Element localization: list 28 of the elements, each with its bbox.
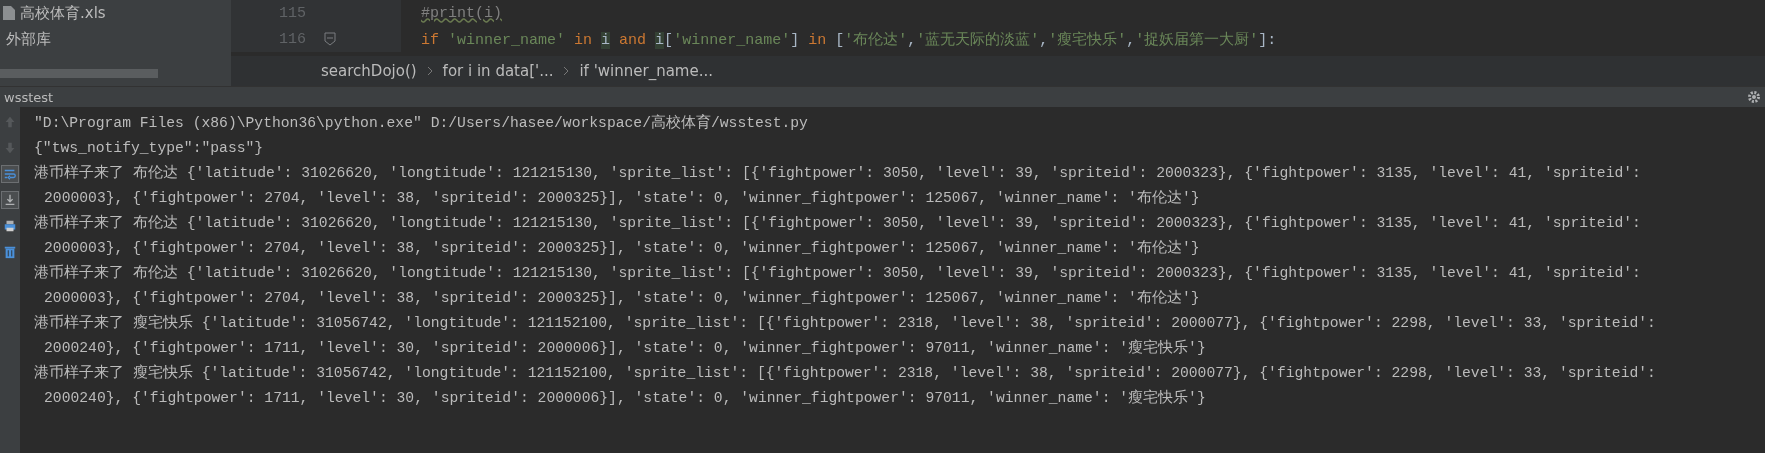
- breadcrumb[interactable]: searchDojo(): [321, 62, 417, 80]
- panel-title: wsstest: [4, 89, 54, 105]
- file-icon: [2, 5, 16, 21]
- output-line: 港币样子来了 瘦宅快乐 {'latitude': 31056742, 'longtitude': 121152100, 'sprite_list': [{'fightpower': 2318, 'level': 38, 'spriteid': 2000077}, {'fightpower': 2298, 'level': 33, 'spriteid':: [34, 315, 1656, 331]
- output-line: 港币样子来了 布伦达 {'latitude': 31026620, 'longtitude': 121215130, 'sprite_list': [{'fightpower': 3050, 'level': 39, 'spriteid': 2000323}, {'fightpower': 3135, 'level': 41, 'spriteid':: [34, 215, 1641, 231]
- soft-wrap-icon[interactable]: [1, 165, 19, 183]
- tree-item[interactable]: 外部库: [0, 26, 231, 52]
- tree-item[interactable]: 高校体育.xls: [0, 0, 231, 26]
- output-line: 港币样子来了 布伦达 {'latitude': 31026620, 'longtitude': 121215130, 'sprite_list': [{'fightpower': 3050, 'level': 39, 'spriteid': 2000323}, {'fightpower': 3135, 'level': 41, 'spriteid':: [34, 265, 1641, 281]
- output-line: 2000003}, {'fightpower': 2704, 'level': 38, 'spriteid': 2000325}], 'state': 0, 'winner_fightpower': 125067, 'winner_name': '布伦达'}: [44, 240, 1200, 256]
- chevron-icon: [426, 66, 433, 76]
- scroll-to-end-icon[interactable]: [1, 191, 19, 209]
- command-line: "D:\Program Files (x86)\Python36\python.exe" D:/Users/hasee/workspace/高校体育/wsstest.py: [34, 115, 808, 131]
- output-line: 2000003}, {'fightpower': 2704, 'level': 38, 'spriteid': 2000325}], 'state': 0, 'winner_fightpower': 125067, 'winner_name': '布伦达'}: [44, 290, 1200, 306]
- breadcrumb[interactable]: if 'winner_name...: [579, 62, 713, 80]
- output-line: 港币样子来了 布伦达 {'latitude': 31026620, 'longtitude': 121215130, 'sprite_list': [{'fightpower': 3050, 'level': 39, 'spriteid': 2000323}, {'fightpower': 3135, 'level': 41, 'spriteid':: [34, 165, 1641, 181]
- output-line: 2000240}, {'fightpower': 1711, 'level': 30, 'spriteid': 2000006}], 'state': 0, 'winner_fightpower': 97011, 'winner_name': '瘦宅快乐'}: [44, 340, 1206, 356]
- settings-icon[interactable]: [1747, 90, 1761, 104]
- output-line: 港币样子来了 瘦宅快乐 {'latitude': 31056742, 'longtitude': 121152100, 'sprite_list': [{'fightpower': 2318, 'level': 38, 'spriteid': 2000077}, {'fightpower': 2298, 'level': 33, 'spriteid':: [34, 365, 1656, 381]
- breadcrumb[interactable]: for i in data['...: [442, 62, 554, 80]
- output-line: 2000003}, {'fightpower': 2704, 'level': 38, 'spriteid': 2000325}], 'state': 0, 'winner_fightpower': 125067, 'winner_name': '布伦达'}: [44, 190, 1200, 206]
- code-line: #print(i): [420, 4, 502, 22]
- fold-icon[interactable]: [324, 32, 336, 46]
- scrollbar[interactable]: [0, 69, 158, 78]
- code-line: if 'winner_name' in i and i['winner_name'] in ['布伦达','蓝无天际的淡蓝','瘦宅快乐','捉妖届第一大厨']:: [420, 30, 1277, 49]
- output-line: {"tws_notify_type":"pass"}: [34, 140, 264, 156]
- output-line: 2000240}, {'fightpower': 1711, 'level': 30, 'spriteid': 2000006}], 'state': 0, 'winner_fightpower': 97011, 'winner_name': '瘦宅快乐'}: [44, 390, 1206, 406]
- chevron-icon: [563, 66, 570, 76]
